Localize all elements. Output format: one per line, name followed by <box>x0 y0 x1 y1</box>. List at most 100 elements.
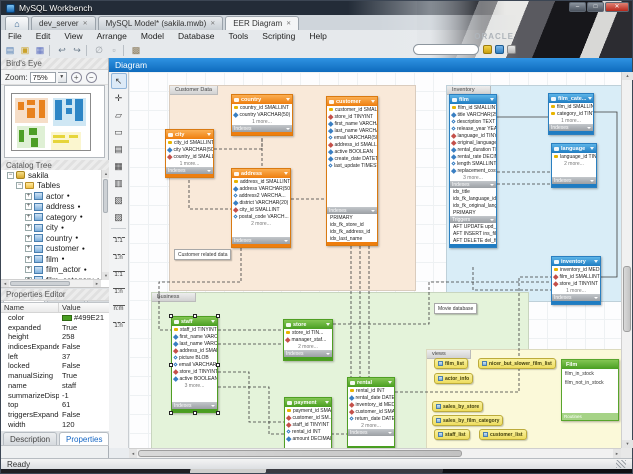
table-header[interactable]: store <box>284 320 332 329</box>
collapse-icon[interactable] <box>594 260 598 263</box>
tree-vscrollbar[interactable]: ▲ ▼ <box>101 170 109 280</box>
undo-icon[interactable]: ↩ <box>56 44 68 56</box>
find-options-icon[interactable] <box>483 45 492 54</box>
open-model-icon[interactable]: ▣ <box>19 44 31 56</box>
routine-group-film[interactable]: Filmfilm_in_stockfilm_not_in_stockRoutin… <box>561 359 619 421</box>
property-row-triggersExpanded[interactable]: triggersExpandedFalse <box>1 410 109 420</box>
selection-handle[interactable] <box>193 314 197 318</box>
more-columns[interactable]: 2 more... <box>348 422 394 429</box>
zoom-out-icon[interactable]: − <box>86 72 97 83</box>
redo-icon[interactable]: ↪ <box>71 44 83 56</box>
tree-item-table-customer[interactable]: +customer● <box>1 244 109 255</box>
canvas-vscrollbar[interactable]: ▲ ▼ <box>621 72 632 448</box>
toggle-page-icon[interactable]: ▫ <box>108 44 120 56</box>
selection-handle[interactable] <box>216 363 220 367</box>
more-columns[interactable]: 1 more... <box>232 118 292 125</box>
doc-tab-mysql[interactable]: MySQL Model* (sakila.mwb)✕ <box>98 16 224 30</box>
section-header-indexes[interactable]: Indexes <box>172 402 217 409</box>
home-tab[interactable]: ⌂ <box>5 16 29 30</box>
relationship-line[interactable] <box>214 138 262 149</box>
pointer-tool[interactable]: ↖ <box>111 73 127 89</box>
view-figure-staff_list[interactable]: staff_list <box>434 429 470 440</box>
section-header-indexes[interactable]: Indexes <box>327 207 377 214</box>
zoom-in-icon[interactable]: + <box>71 72 82 83</box>
section-header-indexes[interactable]: Indexes <box>232 237 290 244</box>
table-header[interactable]: address <box>232 169 290 178</box>
property-row-expanded[interactable]: expandedTrue <box>1 322 109 332</box>
more-columns[interactable]: 2 more... <box>552 160 596 167</box>
table-header[interactable]: customer <box>327 97 377 106</box>
view-figure-nicer_but_slower_film_list[interactable]: nicer_but_slower_film_list <box>478 358 556 369</box>
tree-hscrollbar[interactable]: ◄ ► <box>1 279 101 287</box>
table-header[interactable]: payment <box>285 398 331 407</box>
table-header[interactable]: staff <box>172 317 217 326</box>
table-figure-language[interactable]: languagelanguage_id TINY...2 more...Inde… <box>551 143 597 188</box>
table-figure-address[interactable]: addressaddress_id SMALLINTaddress VARCHA… <box>231 168 291 248</box>
routine-film_in_stock[interactable]: film_in_stock <box>562 369 618 378</box>
menu-tools[interactable]: Tools <box>221 31 255 41</box>
collapse-icon[interactable] <box>388 381 392 384</box>
toggle-secondary-sidebar-icon[interactable] <box>507 45 516 54</box>
view-figure-customer_list[interactable]: customer_list <box>479 429 527 440</box>
menu-arrange[interactable]: Arrange <box>90 31 134 41</box>
diagram-canvas[interactable]: Customer DataInventoryBusinessviewsCusto… <box>129 72 623 450</box>
table-header[interactable]: country <box>232 95 292 104</box>
tree-item-tables-folder[interactable]: −Tables <box>1 181 109 192</box>
property-row-height[interactable]: height258 <box>1 332 109 342</box>
doc-tab-dev_server[interactable]: dev_server✕ <box>31 16 96 30</box>
menu-help[interactable]: Help <box>302 31 333 41</box>
birds-eye-minimap[interactable] <box>4 85 105 158</box>
rel-11-identifying-tool[interactable]: 1:1 <box>111 266 127 282</box>
zoom-combo[interactable]: 75% <box>30 72 56 83</box>
collapse-icon[interactable] <box>284 172 288 175</box>
tab-close-icon[interactable]: ✕ <box>286 20 291 27</box>
more-columns[interactable]: 3 more... <box>450 174 496 181</box>
table-figure-store[interactable]: storestore_id TIN...manager_staf...2 mor… <box>283 319 333 361</box>
tab-close-icon[interactable]: ✕ <box>210 20 215 27</box>
collapse-icon[interactable] <box>490 98 494 101</box>
section-header-indexes[interactable]: Indexes <box>450 181 496 188</box>
section-header-indexes[interactable]: Indexes <box>549 124 593 131</box>
section-header-indexes[interactable]: Indexes <box>552 294 600 301</box>
property-row-indicesExpanded[interactable]: indicesExpandedFalse <box>1 342 109 352</box>
selection-handle[interactable] <box>169 363 173 367</box>
table-figure-film_cate[interactable]: film_cate...film_id SMALLINTcategory_id … <box>548 93 594 135</box>
table-figure-film[interactable]: filmfilm_id SMALLINTtitle VARCHAR(255)de… <box>449 94 497 248</box>
property-row-top[interactable]: top61 <box>1 400 109 410</box>
selection-handle[interactable] <box>169 314 173 318</box>
more-columns[interactable]: 3 more... <box>172 382 217 389</box>
hand-tool[interactable]: ✛ <box>111 90 127 106</box>
tree-item-table-country[interactable]: +country● <box>1 233 109 244</box>
relationship-line[interactable] <box>473 267 551 290</box>
table-figure-city[interactable]: citycity_id SMALLINTcity VARCHAR(50)coun… <box>165 129 214 178</box>
more-columns[interactable]: 2 more... <box>232 220 290 227</box>
menu-model[interactable]: Model <box>134 31 171 41</box>
tab-close-icon[interactable]: ✕ <box>83 20 88 27</box>
tree-item-table-film_actor[interactable]: +film_actor● <box>1 265 109 276</box>
expander-icon[interactable]: + <box>25 235 32 242</box>
rel-nm-identifying-tool[interactable]: n:m <box>111 300 127 316</box>
routine-group-header[interactable]: Film <box>562 360 618 369</box>
rel-1n-non-identifying-tool[interactable]: 1:n <box>111 249 127 265</box>
selection-handle[interactable] <box>169 411 173 415</box>
tree-item-table-actor[interactable]: +actor● <box>1 191 109 202</box>
selection-handle[interactable] <box>216 411 220 415</box>
collapse-icon[interactable] <box>371 100 375 103</box>
view-tool[interactable]: ▧ <box>111 192 127 208</box>
layer-tool[interactable]: ▭ <box>111 124 127 140</box>
menu-edit[interactable]: Edit <box>29 31 58 41</box>
tab-properties[interactable]: Properties <box>59 432 109 445</box>
close-button[interactable]: ✕ <box>605 2 629 12</box>
sketch-icon[interactable]: ▩ <box>130 44 142 56</box>
expander-icon[interactable]: + <box>25 245 32 252</box>
table-figure-payment[interactable]: paymentpayment_id SMA...customer_id SM..… <box>284 397 332 450</box>
section-header-indexes[interactable]: Indexes <box>348 429 394 436</box>
table-header[interactable]: city <box>166 130 213 139</box>
menu-view[interactable]: View <box>57 31 89 41</box>
toggle-sidebar-icon[interactable] <box>495 45 504 54</box>
property-row-color[interactable]: color#499E21 <box>1 313 109 323</box>
table-header[interactable]: language <box>552 144 596 153</box>
tree-item-schema[interactable]: −sakila <box>1 170 109 181</box>
table-figure-country[interactable]: countrycountry_id SMALLINTcountry VARCHA… <box>231 94 293 136</box>
routine-film_not_in_stock[interactable]: film_not_in_stock <box>562 378 618 387</box>
